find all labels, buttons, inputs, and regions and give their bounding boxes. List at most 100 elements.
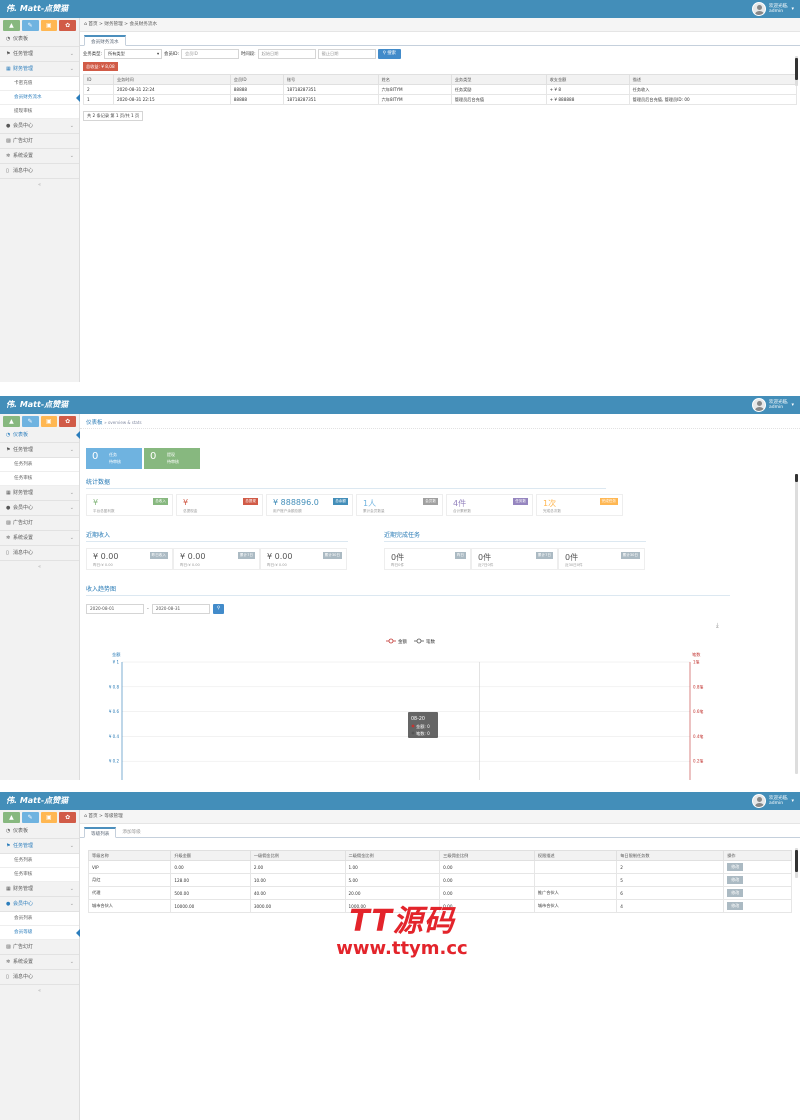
group-icon[interactable]: ▣ [40, 20, 58, 31]
home-icon[interactable]: ⌂ [84, 814, 87, 819]
sidebar-subitem[interactable]: 任务审核 [0, 868, 79, 882]
user-menu[interactable]: 欢迎光临, admin ▾ [752, 793, 794, 809]
income-trend-chart: 金额 笔数金额 笔数¥ 1 1笔¥ 0.8 0.8笔¥ 0.6 0.6笔¥ 0.4 0.4笔… [109, 638, 703, 780]
pencil-icon[interactable]: ✎ [21, 416, 39, 427]
scrollbar-thumb[interactable] [795, 58, 798, 80]
sidebar-item[interactable]: ▯ 消息中心 [0, 970, 79, 985]
sidebar-item[interactable]: ● 会员中心 ⌄ [0, 897, 79, 912]
tab-add-level[interactable]: 添加等级 [116, 827, 146, 838]
sidebar-nav: ◔ 仪表板 ⚑ 任务管理 ⌄ ▦ 财务管理 ⌄ 卡密充值 会员财务流水 提现审核 ● 会员中心 ⌄ ▨ 广告幻… [0, 32, 80, 179]
column-header[interactable]: 等级名称 [87, 850, 172, 861]
stat-caption: 完成总次数 [543, 509, 561, 513]
sidebar-subitem[interactable]: 提现审核 [0, 105, 79, 119]
brand-logo[interactable]: 伟. Matt-点赞猫 [6, 399, 68, 410]
sidebar-item[interactable]: ◔ 仪表板 [0, 32, 79, 47]
scrollbar-thumb[interactable] [795, 474, 798, 482]
tab-finance-log[interactable]: 会员财务流水 [84, 35, 126, 46]
column-header[interactable]: 账号 [282, 74, 379, 85]
brand-logo[interactable]: 伟. Matt-点赞猫 [6, 3, 68, 14]
tab-level-list[interactable]: 等级列表 [84, 827, 117, 838]
cogs-icon[interactable]: ✿ [59, 416, 76, 427]
column-header[interactable]: 操作 [723, 850, 792, 861]
sidebar-item[interactable]: ▦ 财务管理 ⌄ [0, 882, 79, 897]
sidebar-subitem[interactable]: 会员列表 [0, 912, 79, 926]
sidebar-subitem[interactable]: 会员财务流水 [0, 91, 80, 105]
member-id-input[interactable]: 会员ID [180, 49, 239, 59]
stat-card: ¥ 0.00 昨日:¥ 0.00 累计30日 [260, 548, 347, 570]
shortcut-bar: ▲ ✎ ▣ ✿ [0, 810, 79, 824]
edit-button[interactable]: 修改 [727, 876, 744, 884]
sidebar-item[interactable]: ▯ 消息中心 [0, 164, 79, 179]
cogs-icon[interactable]: ✿ [59, 20, 76, 31]
column-header[interactable]: 二级佣金比例 [344, 850, 441, 861]
column-header[interactable]: 每日限制任务数 [616, 850, 725, 861]
sidebar-item[interactable]: ▦ 财务管理 ⌄ [0, 62, 79, 77]
table-cell: 2 [616, 860, 725, 874]
sidebar-item[interactable]: ▨ 广告幻灯 [0, 940, 79, 955]
sidebar-item[interactable]: ✲ 系统设置 ⌄ [0, 531, 79, 546]
sidebar-collapse-icon[interactable]: « [0, 561, 79, 573]
pencil-icon[interactable]: ✎ [21, 812, 39, 823]
column-header[interactable]: 会员ID [229, 74, 284, 85]
sidebar-item[interactable]: ▨ 广告幻灯 [0, 516, 79, 531]
column-header[interactable]: 描述 [628, 74, 798, 85]
user-name: admin [769, 405, 784, 410]
user-menu[interactable]: 欢迎光临, admin ▾ [752, 1, 794, 17]
scrollbar[interactable] [795, 56, 798, 86]
column-header[interactable]: 升级金额 [170, 850, 251, 861]
signal-icon[interactable]: ▲ [3, 416, 20, 427]
chevron-down-icon: ⌄ [69, 490, 74, 496]
sidebar-item[interactable]: ● 会员中心 ⌄ [0, 119, 79, 134]
sidebar-item[interactable]: ▯ 消息中心 [0, 546, 79, 561]
sidebar: ▲ ✎ ▣ ✿ ◔ 仪表板 ⚑ 任务管理 ⌄ ▦ 财务管理 ⌄ 卡密充值 会员财务流水 提现审核 ● 会… [0, 18, 80, 382]
column-header[interactable]: 权限描述 [533, 850, 618, 861]
sidebar-collapse-icon[interactable]: « [0, 985, 79, 997]
column-header[interactable]: ID [83, 74, 114, 85]
sidebar-item[interactable]: ⚑ 任务管理 ⌄ [0, 47, 79, 62]
sidebar-item[interactable]: ◔ 仪表板 [0, 824, 79, 839]
sidebar-collapse-icon[interactable]: « [0, 179, 79, 191]
sidebar-item[interactable]: ● 会员中心 ⌄ [0, 501, 79, 516]
sidebar-subitem[interactable]: 任务审核 [0, 472, 79, 486]
sidebar-subitem[interactable]: 会员等级 [0, 926, 80, 940]
sidebar-subitem-label: 会员列表 [14, 916, 33, 921]
pencil-icon[interactable]: ✎ [21, 20, 39, 31]
cogs-icon[interactable]: ✿ [59, 812, 76, 823]
edit-button[interactable]: 修改 [727, 863, 744, 871]
sidebar-item[interactable]: ✲ 系统设置 ⌄ [0, 149, 79, 164]
user-menu[interactable]: 欢迎光临, admin ▾ [752, 397, 794, 413]
scrollbar[interactable] [795, 848, 798, 878]
type-select[interactable]: 所有类型 ▾ [104, 49, 163, 59]
edit-button[interactable]: 修改 [727, 902, 744, 910]
sidebar-subitem[interactable]: 卡密充值 [0, 77, 79, 91]
sidebar-item[interactable]: ◔ 仪表板 [0, 428, 80, 443]
column-header[interactable]: 一级佣金比例 [249, 850, 346, 861]
sidebar-item[interactable]: ✲ 系统设置 ⌄ [0, 955, 79, 970]
signal-icon[interactable]: ▲ [3, 812, 20, 823]
sidebar-item[interactable]: ⚑ 任务管理 ⌄ [0, 839, 79, 854]
end-date-input[interactable]: 截止日期 [317, 49, 376, 59]
sidebar-item[interactable]: ⚑ 任务管理 ⌄ [0, 443, 79, 458]
group-icon[interactable]: ▣ [40, 812, 58, 823]
scrollbar[interactable] [795, 474, 798, 774]
sidebar-subitem-label: 会员等级 [14, 930, 33, 935]
brand-logo[interactable]: 伟. Matt-点赞猫 [6, 795, 68, 806]
column-header[interactable]: 业务类型 [450, 74, 547, 85]
sidebar-subitem[interactable]: 任务列表 [0, 458, 79, 472]
column-header[interactable]: 三级佣金比例 [439, 850, 535, 861]
column-header[interactable]: 姓名 [377, 74, 452, 85]
signal-icon[interactable]: ▲ [3, 20, 20, 31]
scrollbar-thumb[interactable] [795, 850, 798, 872]
group-icon[interactable]: ▣ [40, 416, 58, 427]
start-date-input[interactable]: 起始日期 [257, 49, 316, 59]
home-icon[interactable]: ⌂ [84, 22, 87, 27]
column-header[interactable]: 业务时间 [112, 74, 231, 85]
pending-task-badge[interactable]: 0 任务 待审核 [86, 448, 142, 469]
sidebar-item[interactable]: ▨ 广告幻灯 [0, 134, 79, 149]
sidebar-subitem[interactable]: 任务列表 [0, 854, 79, 868]
pending-withdraw-badge[interactable]: 0 提现 待审核 [144, 448, 200, 469]
edit-button[interactable]: 修改 [727, 889, 744, 897]
search-button[interactable]: ⚲ 搜索 [377, 49, 402, 59]
column-header[interactable]: 收支金额 [545, 74, 630, 85]
sidebar-item[interactable]: ▦ 财务管理 ⌄ [0, 486, 79, 501]
